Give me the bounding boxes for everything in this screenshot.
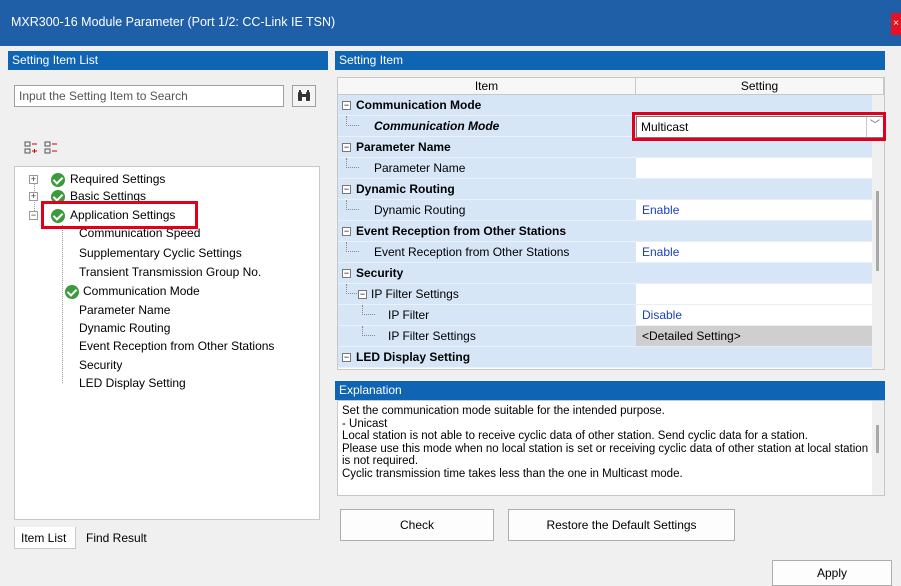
tree-item-parameter-name[interactable]: Parameter Name [79, 302, 170, 319]
tree-item-label: Communication Mode [83, 284, 200, 298]
row-ip-filter-settings[interactable]: IP Filter Settings <Detailed Setting> [338, 326, 884, 347]
tree-item-security[interactable]: Security [79, 357, 122, 374]
tree-item-label: Dynamic Routing [79, 321, 171, 335]
apply-button[interactable]: Apply [772, 560, 892, 586]
row-ip-filter-settings-group[interactable]: − IP Filter Settings [338, 284, 884, 305]
detailed-setting-button[interactable]: <Detailed Setting> [636, 326, 884, 347]
tab-item-list[interactable]: Item List [14, 527, 76, 549]
tree-item-label: Transient Transmission Group No. [79, 265, 262, 279]
tab-find-result[interactable]: Find Result [80, 527, 160, 549]
title-bar: MXR300-16 Module Parameter (Port 1/2: CC… [0, 0, 901, 46]
highlight-box-communication-mode [632, 112, 886, 141]
search-input[interactable]: Input the Setting Item to Search [14, 85, 284, 107]
column-header-item: Item [338, 78, 636, 95]
row-category[interactable]: − Security [338, 263, 884, 284]
highlight-box-application-settings [41, 201, 198, 229]
tree-item-transient-group[interactable]: Transient Transmission Group No. [79, 264, 261, 281]
tree-item-label: Required Settings [70, 172, 166, 186]
check-button[interactable]: Check [340, 509, 494, 541]
expand-icon[interactable]: + [29, 175, 38, 184]
setting-item-header: Setting Item [335, 51, 885, 70]
window-title: MXR300-16 Module Parameter (Port 1/2: CC… [11, 15, 336, 29]
setting-value[interactable]: Disable [636, 305, 884, 326]
tree-item-label: Parameter Name [79, 303, 171, 317]
tree-item-label: LED Display Setting [79, 376, 186, 390]
tree-item-label: Event Reception from Other Stations [79, 339, 275, 353]
tree-item-label: Security [79, 358, 123, 372]
check-icon [51, 173, 65, 187]
search-placeholder: Input the Setting Item to Search [19, 89, 188, 103]
tree-item-supplementary-cyclic[interactable]: Supplementary Cyclic Settings [79, 245, 242, 262]
setting-value[interactable]: Enable [636, 242, 884, 263]
binoculars-icon [298, 90, 310, 101]
column-header-setting: Setting [636, 78, 884, 95]
row-event-reception[interactable]: Event Reception from Other Stations Enabl… [338, 242, 884, 263]
setting-value[interactable]: Enable [636, 200, 884, 221]
search-button[interactable] [292, 85, 316, 107]
row-parameter-name[interactable]: Parameter Name [338, 158, 884, 179]
check-icon [65, 285, 79, 299]
row-category[interactable]: − LED Display Setting [338, 347, 884, 368]
tree-item-dynamic-routing[interactable]: Dynamic Routing [79, 320, 170, 337]
expand-icon[interactable]: + [29, 192, 38, 201]
restore-defaults-button[interactable]: Restore the Default Settings [508, 509, 735, 541]
close-button[interactable]: × [891, 13, 901, 35]
expand-all-icon[interactable] [24, 141, 38, 155]
row-ip-filter[interactable]: IP Filter Disable [338, 305, 884, 326]
setting-item-list-header: Setting Item List [8, 51, 328, 70]
tree-item-led-display[interactable]: LED Display Setting [79, 375, 186, 392]
explanation-header: Explanation [335, 381, 885, 400]
row-dynamic-routing[interactable]: Dynamic Routing Enable [338, 200, 884, 221]
tree-item-label: Supplementary Cyclic Settings [79, 246, 242, 260]
collapse-icon[interactable]: − [29, 211, 38, 220]
row-category[interactable]: − Dynamic Routing [338, 179, 884, 200]
collapse-all-icon[interactable] [44, 141, 58, 155]
explanation-box: Set the communication mode suitable for … [337, 400, 885, 496]
row-category[interactable]: − Event Reception from Other Stations [338, 221, 884, 242]
explanation-text: Set the communication mode suitable for … [342, 405, 869, 480]
explanation-scrollbar[interactable] [872, 401, 884, 495]
tree-item-event-reception[interactable]: Event Reception from Other Stations [79, 338, 274, 355]
